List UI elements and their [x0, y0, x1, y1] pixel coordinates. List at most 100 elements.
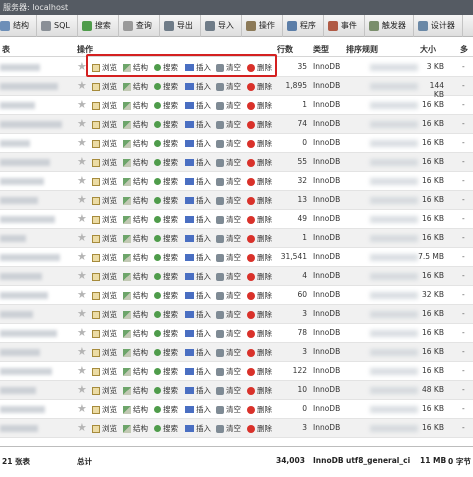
browse-action[interactable]: 浏览 — [92, 385, 117, 396]
structure-action[interactable]: 结构 — [123, 119, 148, 130]
empty-action[interactable]: 清空 — [216, 157, 241, 168]
table-name-redacted[interactable] — [0, 216, 55, 223]
empty-action[interactable]: 清空 — [216, 100, 241, 111]
insert-action[interactable]: 插入 — [185, 385, 211, 396]
drop-action[interactable]: 删除 — [247, 233, 272, 244]
favorite-star-icon[interactable]: ★ — [77, 118, 87, 130]
drop-action[interactable]: 删除 — [247, 404, 272, 415]
table-size[interactable]: 16 KB — [418, 138, 444, 147]
empty-action[interactable]: 清空 — [216, 138, 241, 149]
insert-action[interactable]: 插入 — [185, 62, 211, 73]
empty-action[interactable]: 清空 — [216, 366, 241, 377]
search-action[interactable]: 搜索 — [154, 81, 178, 92]
drop-action[interactable]: 删除 — [247, 157, 272, 168]
favorite-star-icon[interactable]: ★ — [77, 384, 87, 396]
empty-action[interactable]: 清空 — [216, 385, 241, 396]
drop-action[interactable]: 删除 — [247, 423, 272, 434]
browse-action[interactable]: 浏览 — [92, 100, 117, 111]
browse-action[interactable]: 浏览 — [92, 328, 117, 339]
table-size[interactable]: 16 KB — [418, 271, 444, 280]
table-size[interactable]: 16 KB — [418, 119, 444, 128]
drop-action[interactable]: 删除 — [247, 214, 272, 225]
structure-action[interactable]: 结构 — [123, 233, 148, 244]
insert-action[interactable]: 插入 — [185, 271, 211, 282]
table-name-redacted[interactable] — [0, 159, 50, 166]
table-size[interactable]: 16 KB — [418, 214, 444, 223]
empty-action[interactable]: 清空 — [216, 214, 241, 225]
favorite-star-icon[interactable]: ★ — [77, 80, 87, 92]
empty-action[interactable]: 清空 — [216, 423, 241, 434]
toolbar-export-button[interactable]: 导出 — [160, 14, 201, 37]
table-name-redacted[interactable] — [0, 425, 38, 432]
search-action[interactable]: 搜索 — [154, 328, 178, 339]
insert-action[interactable]: 插入 — [185, 138, 211, 149]
search-action[interactable]: 搜索 — [154, 100, 178, 111]
browse-action[interactable]: 浏览 — [92, 119, 117, 130]
insert-action[interactable]: 插入 — [185, 252, 211, 263]
structure-action[interactable]: 结构 — [123, 385, 148, 396]
insert-action[interactable]: 插入 — [185, 290, 211, 301]
insert-action[interactable]: 插入 — [185, 119, 211, 130]
insert-action[interactable]: 插入 — [185, 404, 211, 415]
insert-action[interactable]: 插入 — [185, 233, 211, 244]
empty-action[interactable]: 清空 — [216, 119, 241, 130]
toolbar-trigger-button[interactable]: 触发器 — [365, 14, 414, 37]
structure-action[interactable]: 结构 — [123, 404, 148, 415]
table-name-redacted[interactable] — [0, 254, 60, 261]
table-size[interactable]: 16 KB — [418, 233, 444, 242]
favorite-star-icon[interactable]: ★ — [77, 213, 87, 225]
browse-action[interactable]: 浏览 — [92, 81, 117, 92]
empty-action[interactable]: 清空 — [216, 347, 241, 358]
structure-action[interactable]: 结构 — [123, 328, 148, 339]
insert-action[interactable]: 插入 — [185, 423, 211, 434]
table-name-redacted[interactable] — [0, 197, 38, 204]
structure-action[interactable]: 结构 — [123, 252, 148, 263]
browse-action[interactable]: 浏览 — [92, 309, 117, 320]
insert-action[interactable]: 插入 — [185, 214, 211, 225]
toolbar-sql-button[interactable]: SQL — [37, 14, 78, 37]
browse-action[interactable]: 浏览 — [92, 290, 117, 301]
structure-action[interactable]: 结构 — [123, 347, 148, 358]
table-name-redacted[interactable] — [0, 235, 26, 242]
browse-action[interactable]: 浏览 — [92, 195, 117, 206]
toolbar-import-button[interactable]: 导入 — [201, 14, 242, 37]
drop-action[interactable]: 删除 — [247, 138, 272, 149]
header-size[interactable]: 大小 — [420, 44, 436, 55]
insert-action[interactable]: 插入 — [185, 81, 211, 92]
structure-action[interactable]: 结构 — [123, 195, 148, 206]
favorite-star-icon[interactable]: ★ — [77, 194, 87, 206]
table-name-redacted[interactable] — [0, 406, 45, 413]
search-action[interactable]: 搜索 — [154, 119, 178, 130]
drop-action[interactable]: 删除 — [247, 309, 272, 320]
empty-action[interactable]: 清空 — [216, 271, 241, 282]
empty-action[interactable]: 清空 — [216, 252, 241, 263]
favorite-star-icon[interactable]: ★ — [77, 232, 87, 244]
drop-action[interactable]: 删除 — [247, 328, 272, 339]
search-action[interactable]: 搜索 — [154, 271, 178, 282]
empty-action[interactable]: 清空 — [216, 328, 241, 339]
table-size[interactable]: 16 KB — [418, 404, 444, 413]
table-size[interactable]: 16 KB — [418, 309, 444, 318]
structure-action[interactable]: 结构 — [123, 176, 148, 187]
drop-action[interactable]: 删除 — [247, 271, 272, 282]
favorite-star-icon[interactable]: ★ — [77, 137, 87, 149]
empty-action[interactable]: 清空 — [216, 176, 241, 187]
search-action[interactable]: 搜索 — [154, 423, 178, 434]
favorite-star-icon[interactable]: ★ — [77, 403, 87, 415]
table-name-redacted[interactable] — [0, 292, 48, 299]
empty-action[interactable]: 清空 — [216, 309, 241, 320]
toolbar-wrench-button[interactable]: 操作 — [242, 14, 283, 37]
browse-action[interactable]: 浏览 — [92, 233, 117, 244]
structure-action[interactable]: 结构 — [123, 62, 148, 73]
table-size[interactable]: 16 KB — [418, 195, 444, 204]
table-size[interactable]: 16 KB — [418, 347, 444, 356]
search-action[interactable]: 搜索 — [154, 214, 178, 225]
browse-action[interactable]: 浏览 — [92, 366, 117, 377]
empty-action[interactable]: 清空 — [216, 195, 241, 206]
table-name-redacted[interactable] — [0, 349, 40, 356]
favorite-star-icon[interactable]: ★ — [77, 251, 87, 263]
table-size[interactable]: 16 KB — [418, 423, 444, 432]
insert-action[interactable]: 插入 — [185, 328, 211, 339]
table-name-redacted[interactable] — [0, 121, 62, 128]
favorite-star-icon[interactable]: ★ — [77, 289, 87, 301]
